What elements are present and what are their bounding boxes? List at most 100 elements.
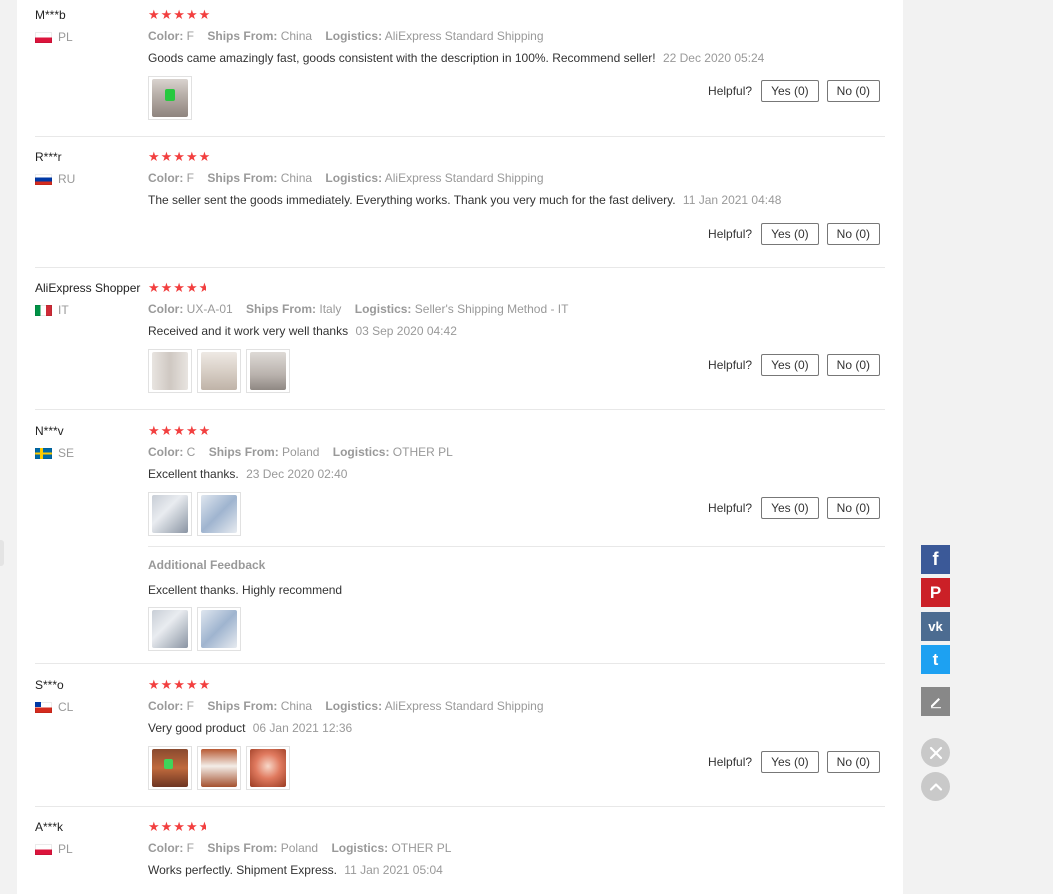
helpful-no-button[interactable]: No (0) — [826, 497, 880, 519]
review-date: 03 Sep 2020 04:42 — [355, 324, 457, 338]
poland-flag-icon — [35, 843, 52, 855]
review-item: N***v SE ★★★★★ Color: C Ships From: Pola… — [35, 424, 885, 664]
star-rating: ★★★★★ — [148, 280, 206, 295]
reviewer-country: CL — [35, 700, 147, 714]
additional-photos — [148, 607, 885, 651]
logistics-label: Logistics: — [354, 302, 412, 316]
star-rating: ★★★★★ — [148, 819, 206, 834]
helpful-no-button[interactable]: No (0) — [826, 354, 880, 376]
review-photo-thumbnail[interactable] — [197, 607, 241, 651]
review-photo-thumbnail[interactable] — [246, 349, 290, 393]
helpful-votes: Helpful? Yes (0) No (0) — [708, 497, 880, 519]
review-content: ★★★★★ Color: F Ships From: China Logisti… — [148, 678, 885, 790]
review-text: Goods came amazingly fast, goods consist… — [148, 51, 885, 66]
vk-share-button[interactable]: vk — [921, 612, 950, 641]
color-label: Color: — [148, 841, 184, 855]
helpful-no-button[interactable]: No (0) — [826, 223, 880, 245]
reviewer-info: S***o CL — [35, 678, 147, 714]
reviewer-name: S***o — [35, 678, 64, 692]
review-photo-thumbnail[interactable] — [148, 607, 192, 651]
review-item: M***b PL ★★★★★ Color: F Ships From: Chin… — [35, 8, 885, 137]
color-label: Color: — [148, 171, 184, 185]
back-to-top-button[interactable] — [921, 772, 950, 801]
logistics-value: OTHER PL — [392, 445, 453, 459]
helpful-yes-button[interactable]: Yes (0) — [761, 497, 819, 519]
additional-feedback-text: Excellent thanks. Highly recommend — [148, 583, 343, 597]
reviewer-country: SE — [35, 446, 147, 460]
reviewer-country: RU — [35, 172, 147, 186]
color-value: F — [186, 699, 195, 713]
review-text: The seller sent the goods immediately. E… — [148, 193, 885, 208]
review-content: ★★★★★ Color: F Ships From: Poland Logist… — [148, 820, 885, 878]
review-body: Excellent thanks. — [148, 467, 239, 481]
helpful-label: Helpful? — [708, 227, 753, 241]
review-body: Works perfectly. Shipment Express. — [148, 863, 337, 877]
left-edge-tab — [0, 540, 4, 566]
review-item: R***r RU ★★★★★ Color: F Ships From: Chin… — [35, 150, 885, 268]
logistics-value: OTHER PL — [391, 841, 452, 855]
twitter-share-button[interactable]: t — [921, 645, 950, 674]
review-text: Excellent thanks. 23 Dec 2020 02:40 — [148, 467, 885, 482]
ships-from-label: Ships From: — [207, 699, 278, 713]
close-button[interactable] — [921, 738, 950, 767]
feedback-edit-button[interactable] — [921, 687, 950, 716]
review-photo-thumbnail[interactable] — [148, 492, 192, 536]
reviewer-name: A***k — [35, 820, 64, 834]
review-photo-thumbnail[interactable] — [148, 349, 192, 393]
logistics-label: Logistics: — [325, 171, 383, 185]
color-value: C — [186, 445, 196, 459]
review-photo-thumbnail[interactable] — [197, 349, 241, 393]
logistics-value: AliExpress Standard Shipping — [384, 171, 544, 185]
country-code: RU — [58, 172, 76, 186]
review-attributes: Color: F Ships From: China Logistics: Al… — [148, 699, 885, 713]
helpful-votes: Helpful? Yes (0) No (0) — [708, 80, 880, 102]
color-value: F — [186, 171, 195, 185]
review-body: The seller sent the goods immediately. E… — [148, 193, 676, 207]
review-photo-thumbnail[interactable] — [246, 746, 290, 790]
ships-from-value: Poland — [280, 841, 319, 855]
review-date: 06 Jan 2021 12:36 — [252, 721, 353, 735]
review-photo-thumbnail[interactable] — [148, 76, 192, 120]
review-text: Received and it work very well thanks 03… — [148, 324, 885, 339]
ships-from-label: Ships From: — [207, 29, 278, 43]
ships-from-value: Poland — [282, 445, 320, 459]
ships-from-value: Italy — [319, 302, 342, 316]
review-photo-thumbnail[interactable] — [197, 492, 241, 536]
logistics-value: AliExpress Standard Shipping — [384, 29, 544, 43]
logistics-label: Logistics: — [325, 29, 383, 43]
reviewer-name: AliExpress Shopper — [35, 281, 141, 295]
helpful-yes-button[interactable]: Yes (0) — [761, 80, 819, 102]
reviewer-info: R***r RU — [35, 150, 147, 186]
color-value: F — [186, 841, 195, 855]
helpful-yes-button[interactable]: Yes (0) — [761, 223, 819, 245]
helpful-votes: Helpful? Yes (0) No (0) — [708, 751, 880, 773]
review-photo-thumbnail[interactable] — [197, 746, 241, 790]
review-photo-thumbnail[interactable] — [148, 746, 192, 790]
review-date: 11 Jan 2021 05:04 — [344, 863, 443, 877]
ships-from-value: China — [280, 171, 313, 185]
ships-from-label: Ships From: — [208, 445, 279, 459]
reviewer-name: R***r — [35, 150, 62, 164]
color-label: Color: — [148, 699, 184, 713]
helpful-yes-button[interactable]: Yes (0) — [761, 354, 819, 376]
helpful-no-button[interactable]: No (0) — [826, 751, 880, 773]
review-date: 22 Dec 2020 05:24 — [662, 51, 765, 65]
helpful-no-button[interactable]: No (0) — [826, 80, 880, 102]
helpful-label: Helpful? — [708, 358, 753, 372]
review-attributes: Color: F Ships From: China Logistics: Al… — [148, 29, 885, 43]
helpful-label: Helpful? — [708, 501, 753, 515]
review-body: Very good product — [148, 721, 246, 735]
helpful-label: Helpful? — [708, 755, 753, 769]
color-label: Color: — [148, 29, 184, 43]
review-attributes: Color: F Ships From: Poland Logistics: O… — [148, 841, 885, 855]
helpful-label: Helpful? — [708, 84, 753, 98]
reviewer-info: A***k PL — [35, 820, 147, 856]
review-date: 23 Dec 2020 02:40 — [246, 467, 348, 481]
color-label: Color: — [148, 445, 184, 459]
facebook-share-button[interactable]: f — [921, 545, 950, 574]
helpful-yes-button[interactable]: Yes (0) — [761, 751, 819, 773]
pinterest-share-button[interactable]: P — [921, 578, 950, 607]
review-body: Received and it work very well thanks — [148, 324, 349, 338]
review-content: ★★★★★ Color: F Ships From: China Logisti… — [148, 150, 885, 208]
ships-from-label: Ships From: — [207, 841, 278, 855]
